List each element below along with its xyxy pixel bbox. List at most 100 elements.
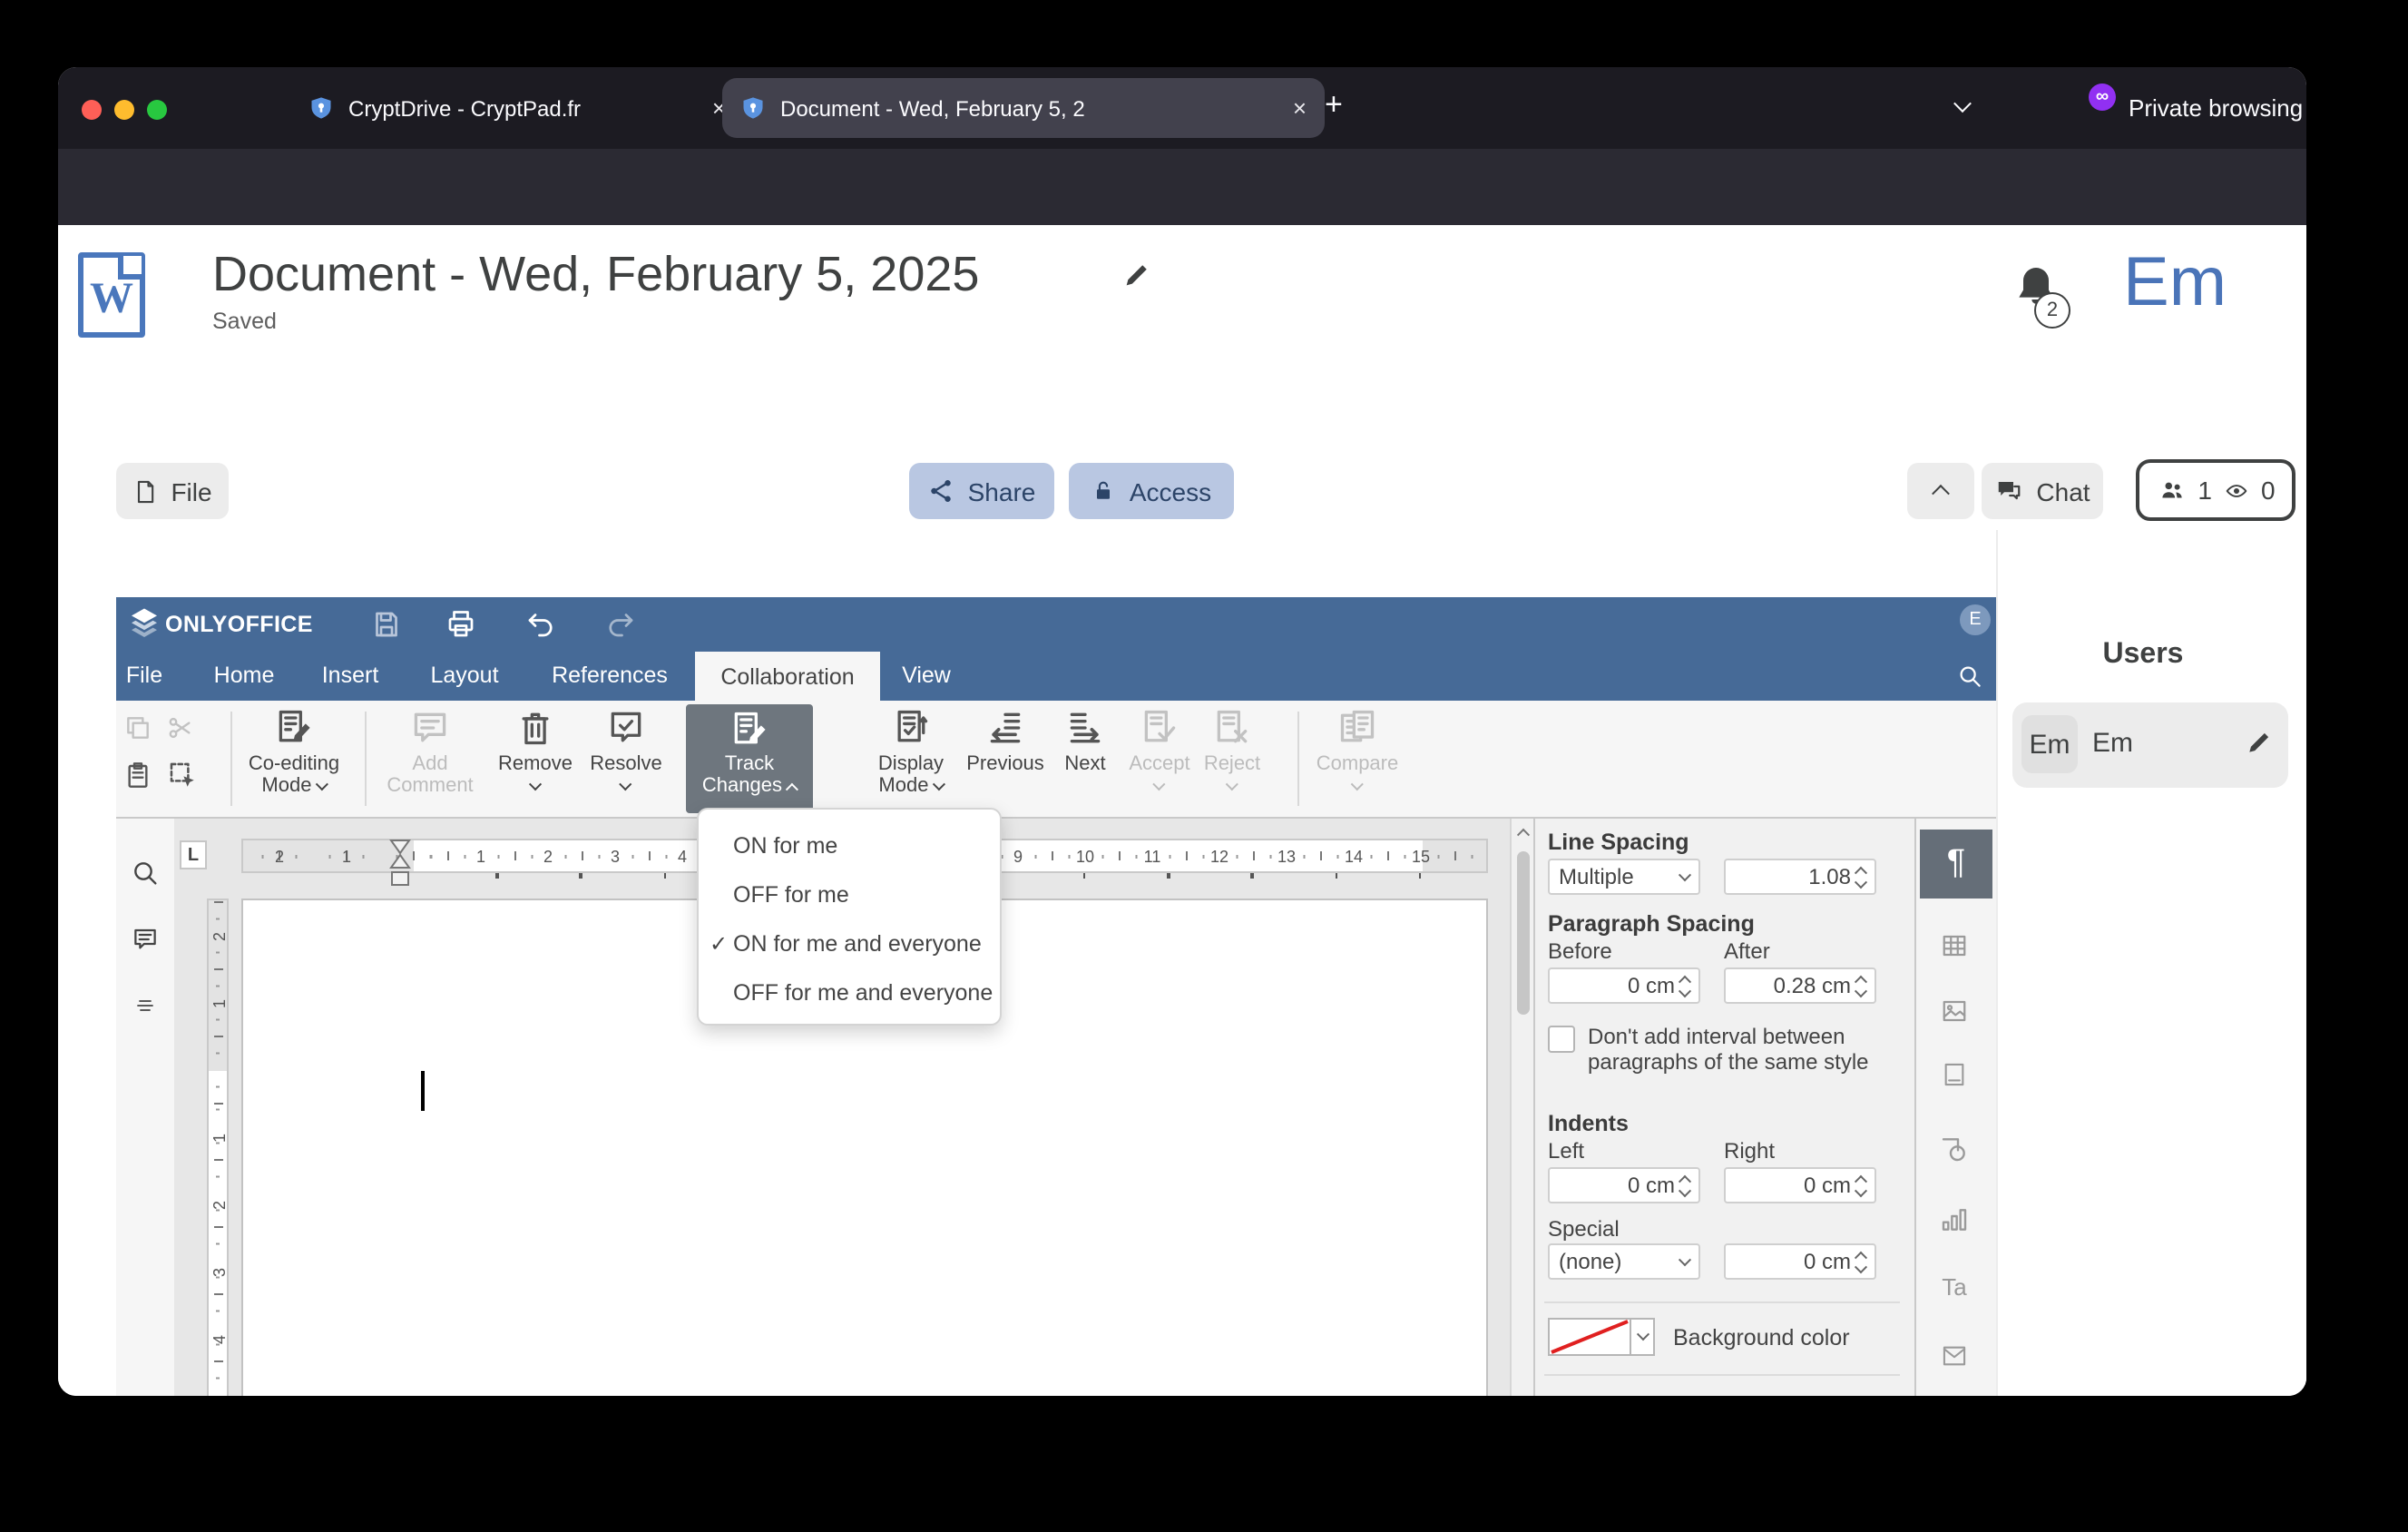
remove-label[interactable]: Remove (498, 753, 573, 797)
onlyoffice-brand: ONLYOFFICE (165, 612, 313, 637)
search-icon[interactable] (1956, 663, 1983, 690)
undo-icon[interactable] (524, 608, 557, 641)
file-icon (138, 479, 154, 503)
tab-view[interactable]: View (902, 663, 951, 688)
new-tab-button[interactable]: + (1325, 87, 1343, 123)
interval-checkbox[interactable] (1548, 1026, 1575, 1053)
indent-marker[interactable] (388, 837, 412, 888)
table-settings-tab[interactable] (1938, 932, 1971, 959)
tab-layout[interactable]: Layout (430, 663, 498, 688)
chart-settings-tab[interactable] (1940, 1205, 1969, 1234)
tab-file[interactable]: File (126, 663, 162, 688)
list-tabs-chevron-icon[interactable] (1953, 94, 1972, 113)
menu-item-off-for-everyone[interactable]: OFF for me and everyone (699, 967, 1000, 1016)
collapse-toolbar-button[interactable] (1907, 463, 1974, 519)
track-changes-menu: ON for me OFF for me ✓ ON for me and ever… (697, 808, 1002, 1026)
vertical-scrollbar[interactable] (1510, 819, 1533, 1396)
document-title[interactable]: Document - Wed, February 5, 2025 (212, 247, 979, 303)
chat-button[interactable]: Chat (1982, 463, 2103, 519)
save-icon[interactable] (370, 608, 403, 641)
before-label: Before (1548, 938, 1612, 964)
rename-pencil-icon[interactable] (1121, 260, 1152, 290)
line-spacing-value-spinner[interactable]: 1.08 (1724, 859, 1876, 895)
track-changes-label: Track Changes (702, 753, 799, 797)
image-settings-tab[interactable] (1938, 997, 1971, 1025)
presence-counts[interactable]: 1 0 (2136, 459, 2295, 521)
indent-right-spinner[interactable]: 0 cm (1724, 1167, 1876, 1203)
previous-label[interactable]: Previous (966, 753, 1044, 775)
show-advanced-settings-link[interactable]: Show advanced settings (1533, 1394, 1914, 1396)
special-indent-spinner[interactable]: 0 cm (1724, 1243, 1876, 1280)
accept-label[interactable]: Accept (1129, 753, 1190, 797)
tab-insert[interactable]: Insert (322, 663, 379, 688)
display-mode-icon[interactable] (891, 708, 931, 748)
copy-icon[interactable] (123, 713, 152, 742)
find-icon[interactable] (131, 859, 160, 888)
add-comment-icon[interactable] (410, 708, 450, 748)
menu-item-on-for-me[interactable]: ON for me (699, 820, 1000, 869)
add-comment-label[interactable]: Add Comment (387, 753, 473, 797)
cut-icon[interactable] (165, 713, 196, 742)
tab-home[interactable]: Home (214, 663, 275, 688)
background-color-swatch[interactable] (1548, 1318, 1631, 1356)
reject-label[interactable]: Reject (1204, 753, 1260, 797)
compare-icon[interactable] (1337, 708, 1377, 748)
comments-panel-icon[interactable] (131, 926, 160, 953)
remove-comment-icon[interactable] (515, 708, 555, 748)
print-icon[interactable] (445, 608, 477, 641)
minimize-window-button[interactable] (114, 99, 134, 119)
menu-item-on-for-everyone[interactable]: ✓ ON for me and everyone (699, 918, 1000, 967)
user-card[interactable]: Em Em (2012, 702, 2288, 788)
indent-left-label: Left (1548, 1138, 1585, 1164)
tab-collaboration-active[interactable]: Collaboration (695, 652, 880, 701)
shape-settings-tab[interactable] (1939, 1134, 1970, 1164)
close-tab-icon[interactable]: × (1293, 94, 1307, 122)
access-button[interactable]: Access (1069, 463, 1234, 519)
accept-change-icon[interactable] (1140, 708, 1180, 748)
previous-change-icon[interactable] (985, 708, 1025, 748)
next-label[interactable]: Next (1064, 753, 1105, 775)
account-avatar[interactable]: Em (2123, 245, 2227, 323)
tab-bar: CryptDrive - CryptPad.fr × Document - We… (58, 67, 2306, 149)
tab-cryptdrive[interactable]: CryptDrive - CryptPad.fr × (290, 78, 744, 138)
indent-left-spinner[interactable]: 0 cm (1548, 1167, 1700, 1203)
textart-settings-tab[interactable]: Ta (1942, 1273, 1966, 1301)
interval-label-line1[interactable]: Don't add interval between (1588, 1024, 1845, 1049)
next-change-icon[interactable] (1065, 708, 1105, 748)
display-mode-label[interactable]: Display Mode (878, 753, 945, 797)
vertical-scrollbar-thumb[interactable] (1516, 851, 1529, 1015)
redo-icon[interactable] (604, 608, 637, 641)
coediting-mode-label[interactable]: Co-editing Mode (249, 753, 339, 797)
reject-change-icon[interactable] (1212, 708, 1252, 748)
line-spacing-type-select[interactable]: Multiple (1548, 859, 1700, 895)
resolve-label[interactable]: Resolve (590, 753, 662, 797)
tab-document-active[interactable]: Document - Wed, February 5, 2 × (722, 78, 1325, 138)
close-window-button[interactable] (82, 99, 102, 119)
select-all-icon[interactable] (167, 759, 198, 791)
special-indent-select[interactable]: (none) (1548, 1243, 1700, 1280)
collaboration-toolbar: Co-editing Mode Add Comment Remove Resolve… (116, 701, 1996, 819)
resolve-comment-icon[interactable] (606, 708, 646, 748)
maximize-window-button[interactable] (147, 99, 167, 119)
spacing-before-spinner[interactable]: 0 cm (1548, 967, 1700, 1004)
file-button[interactable]: File (116, 463, 229, 519)
tab-stop-selector[interactable]: L (180, 840, 207, 869)
spacing-after-spinner[interactable]: 0.28 cm (1724, 967, 1876, 1004)
compare-label[interactable]: Compare (1317, 753, 1398, 797)
menu-item-off-for-me[interactable]: OFF for me (699, 869, 1000, 918)
interval-label-line2[interactable]: paragraphs of the same style (1588, 1049, 1869, 1075)
navigation-panel-icon[interactable] (131, 997, 160, 1018)
background-color-dropdown[interactable] (1631, 1318, 1655, 1356)
headers-footers-settings-tab[interactable] (1942, 1059, 1967, 1090)
paragraph-settings-tab-active[interactable]: ¶ (1920, 830, 1992, 899)
file-button-label: File (171, 476, 212, 506)
coediting-mode-icon[interactable] (274, 708, 314, 748)
share-button[interactable]: Share (909, 463, 1054, 519)
line-spacing-heading: Line Spacing (1548, 830, 1689, 855)
vertical-ruler[interactable]: 21123456 (207, 899, 229, 1396)
track-changes-button-active[interactable]: Track Changes (686, 704, 813, 813)
tab-references[interactable]: References (552, 663, 668, 688)
mail-merge-settings-tab[interactable] (1938, 1343, 1971, 1369)
paste-icon[interactable] (123, 759, 152, 791)
edit-name-pencil-icon[interactable] (2245, 728, 2274, 757)
